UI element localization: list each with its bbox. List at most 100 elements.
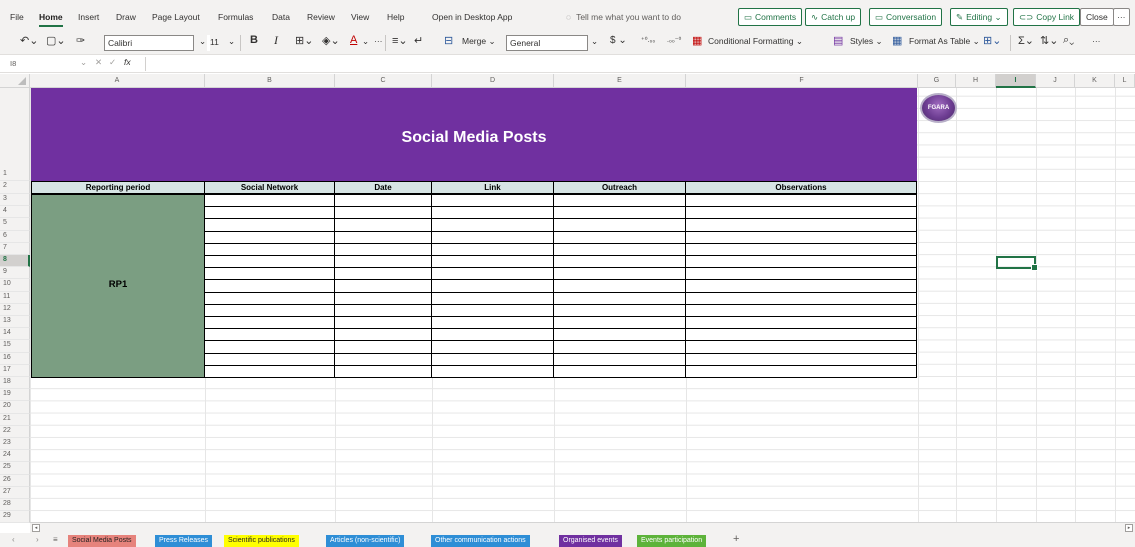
table-cell[interactable] [553,279,686,293]
table-cell[interactable] [685,340,917,354]
name-box-dropdown-icon[interactable]: ⌄ [80,57,87,68]
tab-view[interactable]: View [351,12,369,22]
table-cell[interactable] [431,267,554,281]
table-cell[interactable] [685,230,917,244]
table-cell[interactable] [431,328,554,342]
merge-button[interactable]: Merge ⌄ [462,36,496,47]
header-observations[interactable]: Observations [685,181,917,194]
tab-draw[interactable]: Draw [116,12,136,22]
sheet-tab-social-media-posts[interactable]: Social Media Posts [68,535,136,547]
table-cell[interactable] [334,364,432,378]
table-cell[interactable] [334,352,432,366]
table-cell[interactable] [334,340,432,354]
conversation-button[interactable]: ▭ Conversation [869,8,943,26]
row-header-1[interactable]: 1 [0,88,30,181]
enter-icon[interactable]: ✓ [109,57,116,68]
fill-color-icon[interactable]: ◈⌄ [322,34,340,47]
table-cell[interactable] [553,242,686,256]
active-cell-i8[interactable] [996,256,1038,271]
table-cell[interactable] [431,230,554,244]
italic-button[interactable]: I [274,33,278,48]
row-header-20[interactable]: 20 [0,401,30,414]
header-outreach[interactable]: Outreach [553,181,686,194]
styles-icon[interactable]: ▤ [833,34,843,47]
table-cell[interactable] [553,230,686,244]
sort-filter-icon[interactable]: ⇅⌄ [1040,34,1058,47]
table-cell[interactable] [553,267,686,281]
table-cell[interactable] [553,206,686,220]
row-header-6[interactable]: 6 [0,230,30,243]
prev-sheet-icon[interactable]: ‹ [12,535,15,544]
table-cell[interactable] [431,340,554,354]
font-color-icon[interactable]: A [350,34,357,46]
more-font-options[interactable]: ··· [374,36,383,46]
format-painter-icon[interactable]: ✑ [76,34,85,47]
table-cell[interactable] [685,279,917,293]
tab-file[interactable]: File [10,12,24,22]
column-header-a[interactable]: A [30,74,205,88]
editing-button[interactable]: ✎ Editing ⌄ [950,8,1008,26]
row-header-25[interactable]: 25 [0,462,30,475]
fx-icon[interactable]: fx [124,57,131,67]
insert-cells-icon[interactable]: ⊞⌄ [983,34,1001,47]
tab-review[interactable]: Review [307,12,335,22]
table-cell[interactable] [334,242,432,256]
wrap-text-icon[interactable]: ↵ [414,34,423,47]
name-box[interactable]: I8 [2,57,92,71]
table-cell[interactable] [334,218,432,232]
copy-link-button[interactable]: ⊂⊃ Copy Link [1013,8,1081,26]
column-header-g[interactable]: G [918,74,956,88]
row-header-14[interactable]: 14 [0,328,30,341]
sheet-tab-events-participation[interactable]: Events participation [637,535,707,547]
column-header-l[interactable]: L [1115,74,1135,88]
table-cell[interactable] [204,303,335,317]
scroll-left-icon[interactable]: ◂ [32,524,40,532]
table-cell[interactable] [685,303,917,317]
table-cell[interactable] [204,352,335,366]
table-cell[interactable] [685,364,917,378]
table-cell[interactable] [334,279,432,293]
row-header-21[interactable]: 21 [0,413,30,426]
currency-button[interactable]: $ ⌄ [610,35,627,46]
number-format-select[interactable]: General [506,35,588,51]
cancel-icon[interactable]: ✕ [95,57,102,68]
undo-icon[interactable]: ↶⌄ [20,34,38,47]
tab-formulas[interactable]: Formulas [218,12,253,22]
table-cell[interactable] [334,230,432,244]
row-header-7[interactable]: 7 [0,242,30,255]
row-header-24[interactable]: 24 [0,450,30,463]
more-commands[interactable]: ··· [1092,36,1101,46]
table-cell[interactable] [553,218,686,232]
table-cell[interactable] [431,279,554,293]
font-name-select[interactable]: Calibri [104,35,194,51]
column-header-e[interactable]: E [554,74,686,88]
header-reporting-period[interactable]: Reporting period [31,181,205,194]
row-header-27[interactable]: 27 [0,486,30,499]
table-cell[interactable] [334,303,432,317]
row-header-11[interactable]: 11 [0,291,30,304]
formula-input[interactable] [145,57,1130,71]
next-sheet-icon[interactable]: › [36,535,39,544]
row-header-5[interactable]: 5 [0,218,30,231]
font-color-dropdown-icon[interactable]: ⌄ [362,36,369,47]
row-header-29[interactable]: 29 [0,511,30,524]
table-cell[interactable] [334,267,432,281]
row-header-26[interactable]: 26 [0,474,30,487]
row-header-9[interactable]: 9 [0,267,30,280]
row-header-22[interactable]: 22 [0,425,30,438]
row-header-15[interactable]: 15 [0,340,30,353]
table-cell[interactable] [431,352,554,366]
table-cell[interactable] [431,364,554,378]
table-cell[interactable] [685,352,917,366]
column-header-k[interactable]: K [1075,74,1115,88]
tell-me-search[interactable]: ◌ Tell me what you want to do [566,12,681,22]
catch-up-button[interactable]: ∿ Catch up [805,8,862,26]
sheet-title-banner[interactable]: Social Media Posts [31,88,917,181]
table-cell[interactable] [685,328,917,342]
row-header-17[interactable]: 17 [0,364,30,377]
tab-help[interactable]: Help [387,12,404,22]
row-header-12[interactable]: 12 [0,303,30,316]
table-cell[interactable] [204,328,335,342]
open-in-desktop-app[interactable]: Open in Desktop App [432,12,512,22]
row-header-10[interactable]: 10 [0,279,30,292]
